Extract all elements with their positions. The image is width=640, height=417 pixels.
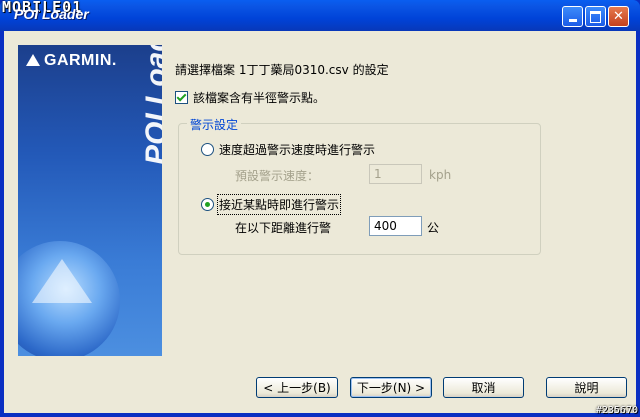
default-speed-input[interactable] (369, 164, 422, 184)
image-id-watermark: #235670 (595, 405, 638, 416)
distance-label: 在以下距離進行警 (235, 221, 332, 235)
help-button[interactable]: 說明 (546, 377, 627, 398)
distance-input[interactable] (369, 216, 422, 236)
alert-settings-group: 警示設定 速度超過警示速度時進行警示 預設警示速度： kph 接近某點時即進行警… (178, 116, 541, 255)
file-settings-prompt: 請選擇檔案 1丁丁藥局0310.csv 的設定 (175, 63, 389, 77)
minimize-icon (568, 19, 577, 22)
speed-alert-option[interactable]: 速度超過警示速度時進行警示 (201, 141, 375, 158)
arrow-icon (32, 259, 92, 303)
maximize-icon (590, 10, 601, 23)
alert-settings-title: 警示設定 (187, 116, 242, 133)
title-bar[interactable]: MOBILE01 POI Loader ✕ (0, 0, 640, 31)
distance-unit-label: 公 (427, 221, 440, 235)
default-speed-label: 預設警示速度： (235, 169, 320, 183)
banner-vertical-title: POI Loader (140, 45, 162, 165)
close-icon: ✕ (613, 9, 624, 24)
next-button[interactable]: 下一步(N) > (350, 377, 432, 398)
radius-checkbox-row[interactable]: 該檔案含有半徑警示點。 (175, 89, 325, 106)
wizard-window: MOBILE01 POI Loader ✕ GARMIN. POI Loader… (0, 0, 640, 417)
proximity-alert-label: 接近某點時即進行警示 (216, 194, 342, 215)
wizard-banner: GARMIN. POI Loader (18, 45, 162, 356)
garmin-logo: GARMIN. (26, 52, 117, 70)
garmin-logo-text: GARMIN. (44, 52, 117, 69)
proximity-alert-option[interactable]: 接近某點時即進行警示 (201, 194, 342, 215)
speed-unit-label: kph (429, 168, 452, 182)
speed-alert-radio[interactable] (201, 143, 214, 156)
speed-alert-label: 速度超過警示速度時進行警示 (219, 143, 376, 157)
back-button[interactable]: < 上一步(B) (256, 377, 338, 398)
maximize-button[interactable] (585, 6, 606, 27)
garmin-triangle-icon (26, 54, 40, 66)
radius-checkbox[interactable] (175, 91, 188, 104)
minimize-button[interactable] (562, 6, 583, 27)
window-title: POI Loader (14, 6, 89, 22)
proximity-alert-radio[interactable] (201, 198, 214, 211)
close-button[interactable]: ✕ (608, 6, 629, 27)
cancel-button[interactable]: 取消 (443, 377, 524, 398)
dialog-body: GARMIN. POI Loader 請選擇檔案 1丁丁藥局0310.csv 的… (4, 31, 636, 413)
radius-checkbox-label: 該檔案含有半徑警示點。 (193, 91, 326, 105)
